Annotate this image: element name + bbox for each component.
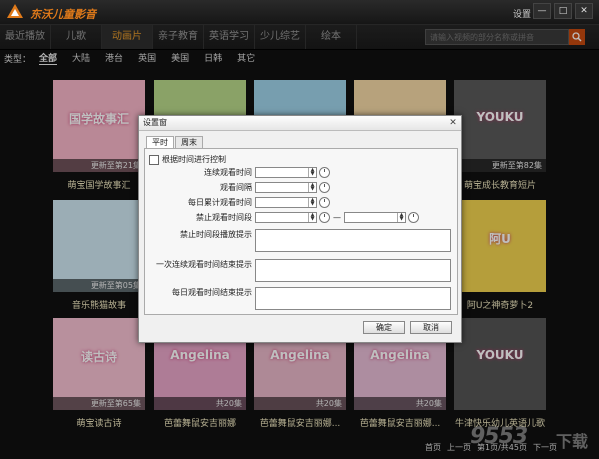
range-separator: — [333, 213, 341, 222]
watch-interval-label: 观看间隔 [220, 183, 252, 192]
pager-item[interactable]: 上一页 [447, 442, 471, 453]
minimize-button[interactable]: — [533, 3, 551, 19]
settings-link[interactable]: 设置 [513, 7, 531, 20]
continuous-watch-input[interactable]: ▲ ▼ [255, 167, 317, 178]
app-title: 东沃儿童影音 [30, 8, 96, 21]
pager-item[interactable]: 下一页 [533, 442, 557, 453]
continuous-end-tip-textarea[interactable] [255, 259, 451, 282]
pager-item[interactable]: 首页 [425, 442, 441, 453]
clock-icon[interactable] [319, 197, 330, 208]
close-button[interactable]: ✕ [575, 3, 593, 19]
daily-total-label: 每日累计观看时间 [188, 198, 252, 207]
forbidden-tip-label: 禁止时间段播放提示 [180, 230, 252, 239]
settings-dialog: 设置窗 ✕ 平时 周末 根据时间进行控制 连续观看时间 ▲ ▼ 观看间隔 ▲ ▼ 每… [138, 115, 462, 343]
clock-icon[interactable] [319, 182, 330, 193]
dialog-close-icon[interactable]: ✕ [448, 118, 458, 128]
forbidden-tip-textarea[interactable] [255, 229, 451, 252]
time-control-label: 根据时间进行控制 [162, 155, 226, 164]
daily-end-tip-label: 每日观看时间结束提示 [172, 288, 252, 297]
cancel-button[interactable]: 取消 [410, 321, 452, 334]
ok-button[interactable]: 确定 [363, 321, 405, 334]
clock-icon[interactable] [408, 212, 419, 223]
dialog-title: 设置窗 [139, 116, 461, 131]
watermark-sub: 下载 [556, 432, 589, 451]
maximize-button[interactable]: □ [554, 3, 572, 19]
tab-panel: 根据时间进行控制 连续观看时间 ▲ ▼ 观看间隔 ▲ ▼ 每日累计观看时间 ▲ ▼ 禁… [144, 148, 458, 315]
clock-icon[interactable] [319, 167, 330, 178]
clock-icon[interactable] [319, 212, 330, 223]
forbidden-period-label: 禁止观看时间段 [196, 213, 252, 222]
watch-interval-input[interactable]: ▲ ▼ [255, 182, 317, 193]
daily-total-input[interactable]: ▲ ▼ [255, 197, 317, 208]
title-bar: 东沃儿童影音 设置 — □ ✕ [0, 0, 599, 24]
app-logo-icon [7, 4, 23, 18]
daily-end-tip-textarea[interactable] [255, 287, 451, 310]
watermark-logo: 9553 [470, 424, 528, 449]
continuous-end-tip-label: 一次连续观看时间结束提示 [156, 260, 252, 269]
time-control-checkbox[interactable] [149, 154, 159, 165]
continuous-watch-label: 连续观看时间 [204, 168, 252, 177]
forbidden-end-input[interactable]: ▲ ▼ [344, 212, 406, 223]
forbidden-start-input[interactable]: ▲ ▼ [255, 212, 317, 223]
